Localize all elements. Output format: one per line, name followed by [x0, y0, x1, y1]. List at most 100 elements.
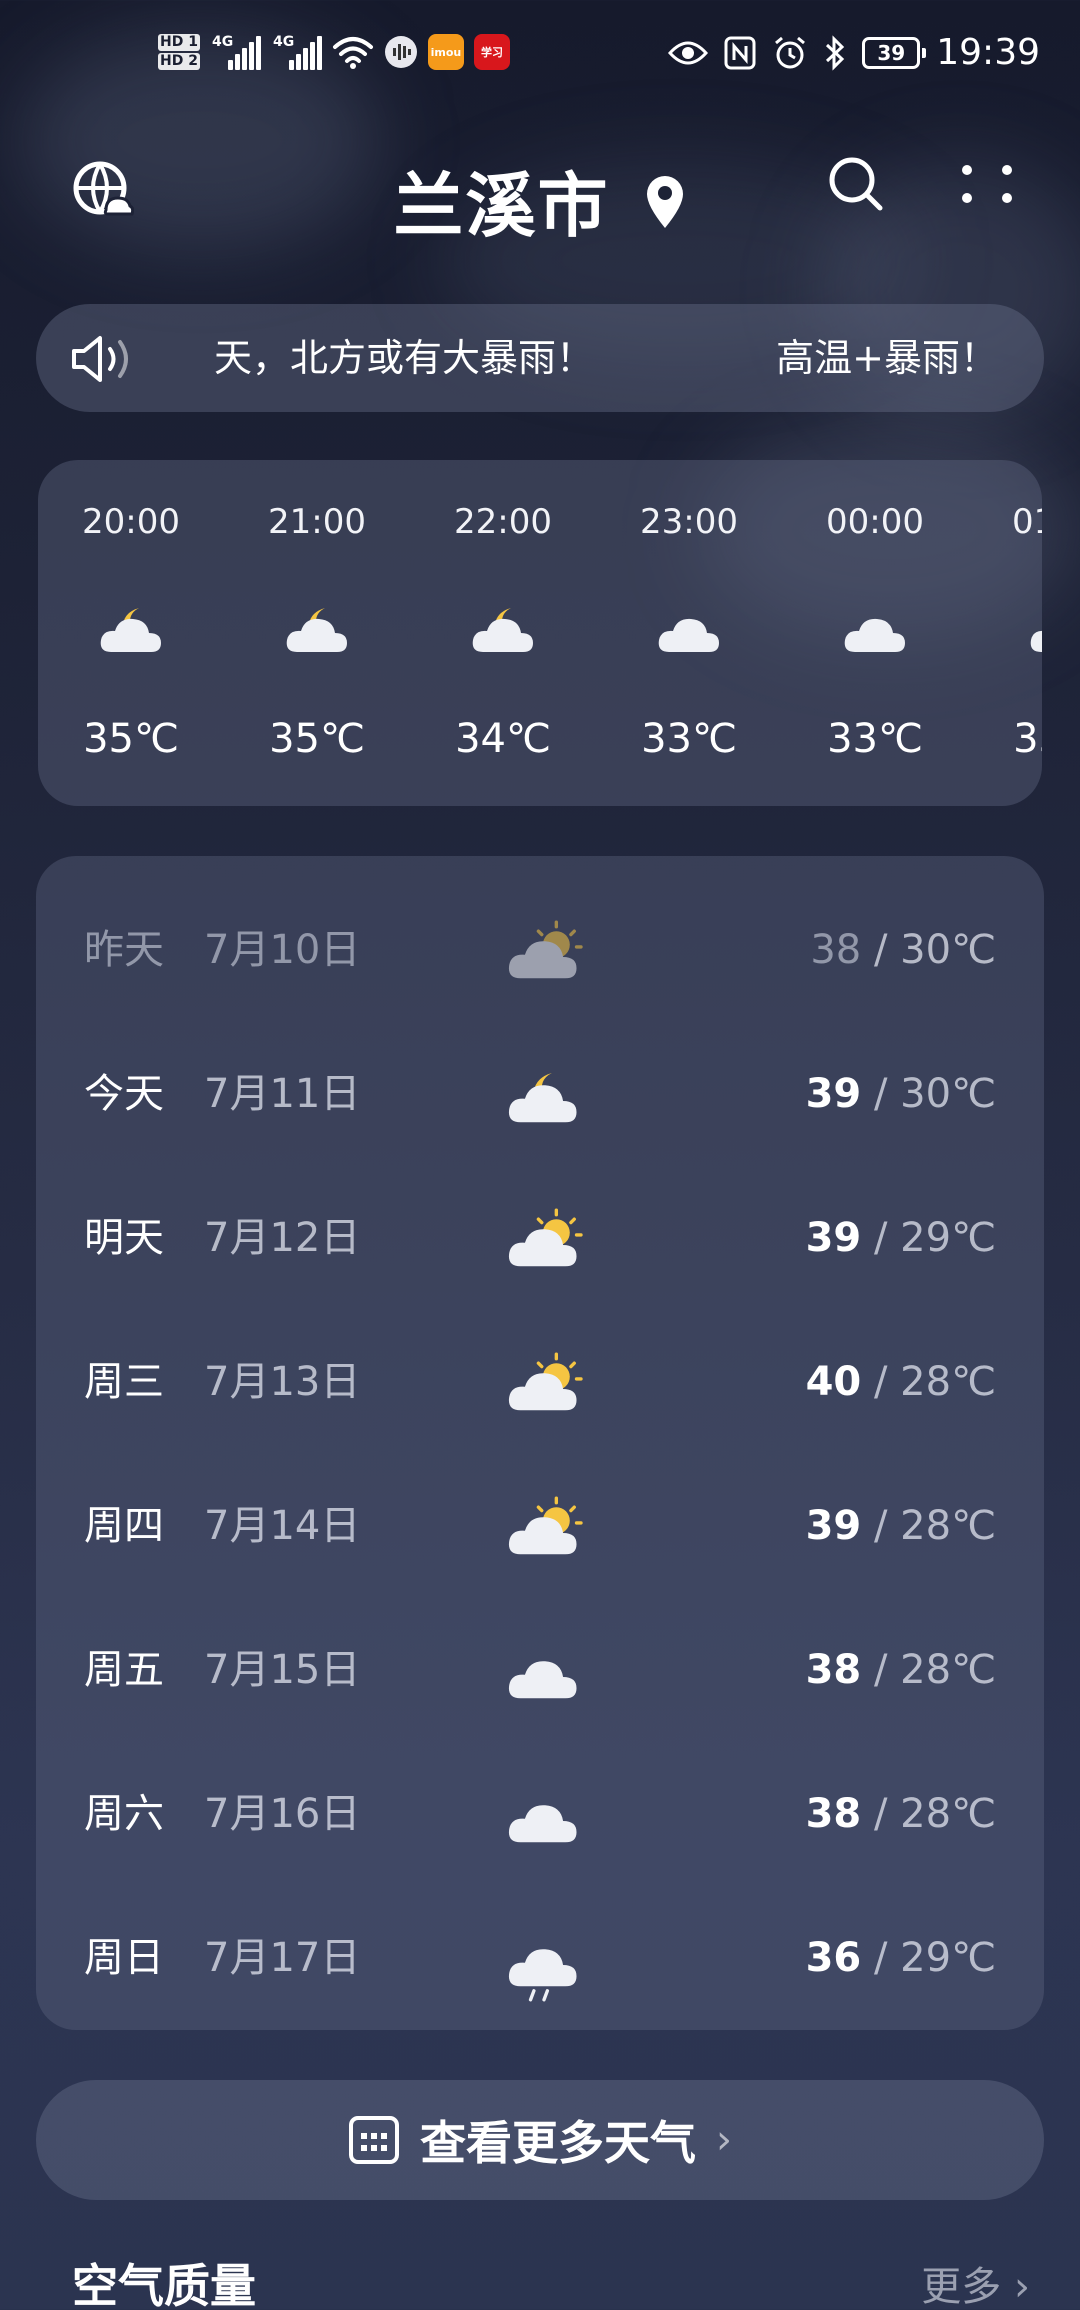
- net2-label: 4G: [272, 34, 295, 50]
- day-low: 28℃: [900, 1647, 996, 1693]
- day-name: 周五: [84, 1647, 164, 1693]
- day-temp-range: 39 / 30℃: [806, 1022, 996, 1166]
- top-bar: 兰溪市: [0, 140, 1080, 260]
- day-high: 40: [805, 1359, 862, 1405]
- search-icon[interactable]: [824, 152, 888, 216]
- day-temp-range: 38 / 28℃: [806, 1742, 996, 1886]
- day-name: 周六: [84, 1791, 164, 1837]
- daily-row[interactable]: 周三 7月13日 40 / 28℃: [36, 1310, 1044, 1454]
- signal-1-icon: 4G: [212, 34, 261, 70]
- daily-row[interactable]: 周四 7月14日 39 / 28℃: [36, 1454, 1044, 1598]
- temp-separator: /: [861, 1359, 901, 1405]
- daily-row[interactable]: 今天 7月11日 39 / 30℃: [36, 1022, 1044, 1166]
- hourly-time: 01:00: [1012, 502, 1042, 542]
- day-date: 7月14日: [204, 1503, 361, 1549]
- day-name: 周日: [84, 1935, 164, 1981]
- eye-icon: [668, 41, 709, 64]
- day-temp-range: 36 / 29℃: [806, 1886, 996, 2030]
- air-quality-more-link[interactable]: 更多 ›: [921, 2254, 1030, 2310]
- day-low: 29℃: [900, 1215, 996, 1261]
- hourly-time: 20:00: [82, 502, 180, 542]
- day-name: 周三: [84, 1359, 164, 1405]
- sun-cloud-icon: [504, 1496, 584, 1562]
- day-low: 30℃: [900, 1071, 996, 1117]
- status-left: HD 1 HD 2 4G 4G imou 学习: [158, 32, 510, 72]
- alert-tag: 高温+暴雨！: [776, 336, 998, 380]
- day-high: 38: [810, 927, 862, 973]
- day-low: 28℃: [900, 1359, 996, 1405]
- signal-2-icon: 4G: [273, 34, 322, 70]
- battery-icon: 39: [862, 36, 927, 69]
- hourly-temp: 33℃: [827, 716, 923, 762]
- more-weather-label: 查看更多天气: [420, 2116, 696, 2170]
- study-app-icon: 学习: [473, 34, 510, 70]
- day-high: 39: [805, 1071, 862, 1117]
- day-low: 30℃: [900, 927, 996, 973]
- day-date: 7月13日: [204, 1359, 361, 1405]
- temp-separator: /: [861, 1215, 901, 1261]
- more-weather-button[interactable]: 查看更多天气 ›: [36, 2080, 1044, 2200]
- day-temp-range: 38 / 30℃: [810, 878, 996, 1022]
- cloud-icon: [654, 600, 726, 660]
- nfc-icon: [724, 36, 756, 69]
- day-name: 周四: [84, 1503, 164, 1549]
- speaker-icon: [72, 336, 128, 382]
- cloud-icon: [504, 1640, 584, 1706]
- battery-level: 39: [877, 40, 906, 65]
- day-date: 7月15日: [204, 1647, 361, 1693]
- cloud-icon: [1026, 600, 1042, 660]
- city-title[interactable]: 兰溪市: [0, 150, 1080, 251]
- moon-cloud-icon: [504, 1064, 584, 1130]
- hd-badge: HD 1 HD 2: [158, 32, 200, 72]
- status-right: 39 19:39: [668, 32, 1040, 73]
- day-date: 7月11日: [204, 1071, 361, 1117]
- daily-forecast-card[interactable]: 昨天 7月10日 38 / 30℃ 今天 7月11日 39 / 30℃ 明天 7月12日 39 …: [36, 856, 1044, 2030]
- hourly-temp: 35℃: [269, 716, 365, 762]
- temp-separator: /: [861, 1071, 901, 1117]
- day-name: 昨天: [84, 927, 164, 973]
- day-temp-range: 40 / 28℃: [806, 1310, 996, 1454]
- sun-cloud-icon: [504, 1352, 584, 1418]
- day-high: 36: [805, 1935, 862, 1981]
- temp-separator: /: [861, 1647, 901, 1693]
- day-temp-range: 39 / 28℃: [806, 1454, 996, 1598]
- daily-row[interactable]: 周五 7月15日 38 / 28℃: [36, 1598, 1044, 1742]
- daily-row[interactable]: 明天 7月12日 39 / 29℃: [36, 1166, 1044, 1310]
- hourly-temp: 34℃: [455, 716, 551, 762]
- day-high: 38: [805, 1791, 862, 1837]
- cloud-icon: [840, 600, 912, 660]
- day-date: 7月16日: [204, 1791, 361, 1837]
- sun-cloud-icon: [504, 1208, 584, 1274]
- net1-label: 4G: [211, 34, 234, 50]
- air-quality-section: 空气质量 更多 ›: [0, 2250, 1080, 2310]
- temp-separator: /: [861, 1935, 901, 1981]
- hd1-label: HD 1: [158, 34, 200, 51]
- day-high: 39: [805, 1215, 862, 1261]
- daily-row[interactable]: 周六 7月16日 38 / 28℃: [36, 1742, 1044, 1886]
- day-temp-range: 39 / 29℃: [806, 1166, 996, 1310]
- daily-row[interactable]: 周日 7月17日 36 / 29℃: [36, 1886, 1044, 2030]
- hourly-time: 23:00: [640, 502, 738, 542]
- alert-scroll-text: 天，北方或有大暴雨！: [214, 336, 595, 380]
- day-name: 明天: [84, 1215, 164, 1261]
- alarm-icon: [775, 36, 806, 68]
- weather-alert-banner[interactable]: 天，北方或有大暴雨！ 高温+暴雨！: [36, 304, 1044, 412]
- moon-cloud-icon: [468, 600, 540, 660]
- status-time: 19:39: [936, 32, 1040, 73]
- day-name: 今天: [84, 1071, 164, 1117]
- hourly-forecast-card[interactable]: 20:00 35℃ 21:00 35℃ 22:00 34℃ 23:00 33℃ 00:00 33℃…: [38, 460, 1042, 806]
- status-bar: HD 1 HD 2 4G 4G imou 学习 39 19:39: [0, 0, 1080, 120]
- daily-row[interactable]: 昨天 7月10日 38 / 30℃: [36, 878, 1044, 1022]
- hourly-time: 00:00: [826, 502, 924, 542]
- day-low: 28℃: [900, 1503, 996, 1549]
- calendar-icon: [349, 2116, 399, 2164]
- hourly-time: 21:00: [268, 502, 366, 542]
- imou-app-icon: imou: [427, 34, 464, 70]
- sound-wave-icon: [384, 36, 417, 68]
- study-app-label: 学习: [480, 46, 503, 59]
- hourly-temp: 35℃: [83, 716, 179, 762]
- hourly-temp: 33℃: [641, 716, 737, 762]
- more-dots-icon[interactable]: [955, 152, 1019, 216]
- air-quality-title: 空气质量: [72, 2259, 256, 2310]
- hd2-label: HD 2: [158, 53, 200, 70]
